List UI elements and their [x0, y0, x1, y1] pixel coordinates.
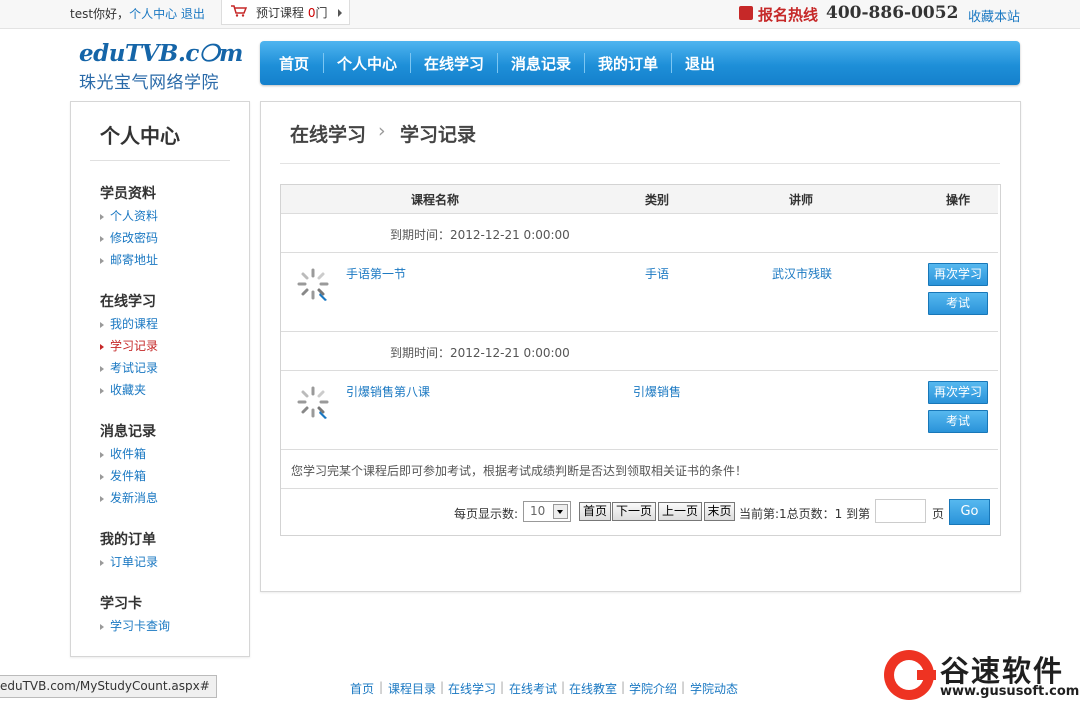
page-unit: 页 — [932, 507, 945, 521]
cart-unit: 门 — [315, 6, 328, 20]
main-nav: 首页 个人中心 在线学习 消息记录 我的订单 退出 — [260, 41, 1020, 85]
per-page-select[interactable]: 10 — [523, 501, 571, 522]
sidebar-group-messages: 消息记录 — [100, 424, 156, 440]
footer-link-online-study[interactable]: 在线学习 — [448, 680, 496, 697]
per-page-label: 每页显示数: — [454, 507, 519, 521]
per-page-value: 10 — [530, 504, 546, 518]
personal-center-link[interactable]: 个人中心 — [129, 7, 177, 21]
divider — [281, 331, 998, 332]
nav-orders[interactable]: 我的订单 — [598, 53, 658, 74]
nav-online-study[interactable]: 在线学习 — [424, 53, 484, 74]
sidebar-group-orders: 我的订单 — [100, 532, 156, 548]
divider — [90, 160, 230, 161]
page-number-input[interactable] — [875, 499, 926, 523]
sidebar-group-profile: 学员资料 — [100, 186, 156, 202]
logout-link[interactable]: 退出 — [181, 7, 205, 21]
table-header — [281, 185, 998, 214]
status-bar-url: eduTVB.com/MyStudyCount.aspx# — [0, 675, 217, 698]
breadcrumb-separator: › — [378, 120, 386, 142]
username: test — [70, 7, 94, 21]
prev-page-button[interactable]: 上一页 — [658, 502, 702, 521]
sidebar-item-exam-records[interactable]: 考试记录 — [100, 359, 158, 376]
sidebar-item-inbox[interactable]: 收件箱 — [100, 445, 146, 462]
loading-icon — [297, 268, 329, 301]
breadcrumb-parent[interactable]: 在线学习 — [290, 120, 366, 147]
footer-link-classroom[interactable]: 在线教室 — [569, 680, 617, 697]
restudy-button[interactable]: 再次学习 — [928, 263, 988, 286]
course-link[interactable]: 引爆销售第八课 — [346, 383, 430, 400]
cart-label: 预订课程 — [256, 6, 305, 20]
cart-button[interactable]: 预订课程 0门 — [221, 0, 350, 25]
column-header-course: 课程名称 — [411, 193, 460, 207]
go-button[interactable]: Go — [949, 499, 990, 525]
sidebar-item-change-password[interactable]: 修改密码 — [100, 229, 158, 246]
chevron-down-icon — [553, 504, 568, 519]
nav-home[interactable]: 首页 — [279, 53, 309, 74]
last-page-button[interactable]: 末页 — [704, 502, 735, 521]
sidebar-item-mail-address[interactable]: 邮寄地址 — [100, 251, 158, 268]
column-header-action: 操作 — [946, 193, 971, 207]
study-records-table — [280, 184, 1001, 536]
category-link[interactable]: 引爆销售 — [633, 383, 681, 400]
divider — [280, 163, 1000, 164]
hotline-label: 报名热线 — [758, 6, 819, 24]
sidebar-group-online-study: 在线学习 — [100, 294, 156, 310]
course-link[interactable]: 手语第一节 — [346, 265, 406, 282]
watermark-url: www.gususoft.com — [940, 684, 1080, 699]
sidebar-item-my-courses[interactable]: 我的课程 — [100, 315, 158, 332]
expire-time: 到期时间：2012-12-21 0:00:00 — [390, 346, 570, 360]
cart-icon — [231, 5, 247, 17]
divider — [281, 449, 998, 450]
page-info: 当前第:1总页数：1 到第 — [739, 507, 871, 521]
greeting: test你好，个人中心 退出 — [70, 5, 205, 22]
sidebar — [70, 101, 250, 657]
category-link[interactable]: 手语 — [645, 265, 669, 282]
sidebar-item-outbox[interactable]: 发件箱 — [100, 467, 146, 484]
exam-button[interactable]: 考试 — [928, 410, 988, 433]
column-header-category: 类别 — [645, 193, 670, 207]
page-title: 学习记录 — [400, 124, 477, 146]
phone-icon — [739, 6, 753, 20]
nav-personal-center[interactable]: 个人中心 — [337, 53, 397, 74]
column-header-teacher: 讲师 — [789, 193, 814, 207]
footer-link-news[interactable]: 学院动态 — [690, 680, 738, 697]
site-logo-subtitle: 珠光宝气网络学院 — [79, 73, 219, 93]
footer-link-home[interactable]: 首页 — [350, 680, 374, 697]
first-page-button[interactable]: 首页 — [579, 502, 611, 521]
footer-link-about[interactable]: 学院介绍 — [629, 680, 677, 697]
teacher-link[interactable]: 武汉市残联 — [772, 265, 832, 282]
exam-button[interactable]: 考试 — [928, 292, 988, 315]
exam-note: 您学习完某个课程后即可参加考试，根据考试成绩判断是否达到领取相关证书的条件！ — [291, 464, 748, 478]
site-logo[interactable]: eduTVB.c❍m — [79, 40, 243, 67]
expire-time: 到期时间：2012-12-21 0:00:00 — [390, 228, 570, 242]
sidebar-item-card-query[interactable]: 学习卡查询 — [100, 617, 170, 634]
nav-logout[interactable]: 退出 — [685, 53, 715, 74]
divider — [281, 488, 998, 489]
footer-link-online-exam[interactable]: 在线考试 — [509, 680, 557, 697]
restudy-button[interactable]: 再次学习 — [928, 381, 988, 404]
footer-link-catalog[interactable]: 课程目录 — [388, 680, 436, 697]
hotline-number: 400-886-0052 — [826, 3, 959, 23]
loading-icon — [297, 386, 329, 419]
chevron-right-icon — [338, 9, 342, 17]
sidebar-title: 个人中心 — [100, 124, 180, 148]
sidebar-group-study-card: 学习卡 — [100, 596, 142, 612]
sidebar-item-order-records[interactable]: 订单记录 — [100, 553, 158, 570]
sidebar-item-favorites[interactable]: 收藏夹 — [100, 381, 146, 398]
sidebar-item-profile[interactable]: 个人资料 — [100, 207, 158, 224]
greeting-text: 你好， — [93, 7, 130, 21]
watermark-logo-icon — [884, 650, 936, 700]
sidebar-item-study-records[interactable]: 学习记录 — [100, 337, 158, 354]
sidebar-item-new-message[interactable]: 发新消息 — [100, 489, 158, 506]
divider — [281, 370, 998, 371]
nav-messages[interactable]: 消息记录 — [511, 53, 571, 74]
next-page-button[interactable]: 下一页 — [612, 502, 656, 521]
divider — [281, 252, 998, 253]
favorite-link[interactable]: 收藏本站 — [968, 6, 1020, 25]
